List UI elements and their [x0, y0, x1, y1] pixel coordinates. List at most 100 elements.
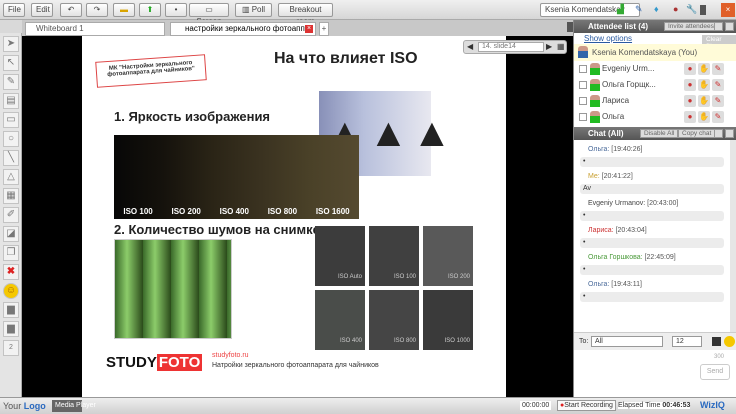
avatar: [590, 95, 600, 107]
message-header: Me: [20:41:22]: [580, 172, 724, 182]
folder-icon[interactable]: ▬: [113, 3, 135, 17]
select-move-icon[interactable]: ➤: [3, 36, 19, 52]
text-icon[interactable]: ▤: [3, 93, 19, 109]
tab-presentation[interactable]: настройки зеркального фотоаппа ×: [170, 22, 316, 36]
file-menu[interactable]: File: [3, 3, 25, 17]
text-color-picker[interactable]: [712, 337, 721, 346]
slide-select[interactable]: 14. slide14: [478, 42, 544, 52]
show-options-link[interactable]: Show options Clear filter: [574, 33, 736, 50]
pen-permission-icon[interactable]: ✎: [712, 111, 724, 123]
next-slide-icon[interactable]: ▶: [546, 42, 552, 51]
microphone-icon[interactable]: ♦: [654, 4, 659, 14]
media-player-button[interactable]: Media Player: [52, 400, 96, 412]
attendee-row[interactable]: Ольга Горщк... ● ✋ ✎: [574, 77, 736, 93]
send-button[interactable]: Send: [700, 364, 730, 380]
circle-icon[interactable]: ○: [3, 131, 19, 147]
stamp: МК "Настройки зеркального фотоаппарата д…: [95, 54, 207, 88]
hand-raise-icon[interactable]: ✋: [698, 111, 710, 123]
chat-controls: To: All 12: [574, 332, 736, 350]
pen-permission-icon[interactable]: ✎: [712, 95, 724, 107]
wrench-icon[interactable]: 🔧: [686, 4, 697, 15]
webcam-icon[interactable]: ●: [684, 79, 696, 91]
popout-icon[interactable]: [725, 129, 734, 138]
attendee-row[interactable]: Лариса ● ✋ ✎: [574, 93, 736, 109]
user-name-field: Ksenia Komendatskay: [540, 3, 640, 17]
attendee-row[interactable]: Evgeniy Urm... ● ✋ ✎: [574, 61, 736, 77]
site-link[interactable]: studyfoto.ru: [212, 352, 249, 359]
attendee-row[interactable]: Ольга ● ✋ ✎: [574, 109, 736, 125]
chat-messages[interactable]: Ольга: [19:40:26] • Me: [20:41:22] Av Evgeni…: [574, 140, 736, 332]
emoticon-icon[interactable]: ☺: [3, 283, 19, 299]
font-size-select[interactable]: 12: [672, 336, 702, 347]
redo-icon[interactable]: ↷: [86, 3, 108, 17]
delete-icon[interactable]: ✖: [3, 264, 19, 280]
pen-icon[interactable]: ✎: [3, 74, 19, 90]
rectangle-icon[interactable]: ▭: [3, 112, 19, 128]
undo-icon[interactable]: ↶: [60, 3, 82, 17]
invite-attendees-button[interactable]: Invite attendees: [664, 22, 718, 31]
sender-name: Ольга:: [588, 281, 610, 288]
sender-name: Me:: [588, 173, 600, 180]
avatar: [590, 63, 600, 75]
close-icon[interactable]: ×: [721, 3, 735, 17]
iso-label: ISO 800: [267, 207, 298, 216]
checkbox[interactable]: [579, 65, 587, 73]
grid-view-icon[interactable]: ▦: [557, 42, 565, 51]
checkbox[interactable]: [579, 113, 587, 121]
upload-icon[interactable]: ⬆: [139, 3, 161, 17]
avatar: [578, 46, 588, 58]
checkbox[interactable]: [579, 97, 587, 105]
copy-chat-button[interactable]: Copy chat: [678, 129, 716, 138]
sender-name: Лариса:: [588, 227, 614, 234]
pencil-icon[interactable]: ✎: [635, 4, 643, 15]
minimize-icon[interactable]: [714, 129, 723, 138]
settings-dropdown-icon[interactable]: [700, 5, 706, 15]
pen-permission-icon[interactable]: ✎: [712, 79, 724, 91]
hand-raise-icon[interactable]: ✋: [698, 63, 710, 75]
popout-icon[interactable]: [725, 22, 734, 31]
eraser-icon[interactable]: ◪: [3, 226, 19, 242]
minimize-icon[interactable]: [714, 22, 723, 31]
pointer-icon[interactable]: ↖: [3, 55, 19, 71]
line-color-icon[interactable]: ▆: [3, 321, 19, 337]
studyfoto-logo: STUDY FOTO: [106, 354, 203, 371]
webcam-icon[interactable]: ●: [684, 63, 696, 75]
pen-permission-icon[interactable]: ✎: [712, 63, 724, 75]
line-width-selector[interactable]: 2: [3, 340, 19, 356]
chat-message: Me: [20:41:22] Av: [580, 172, 724, 194]
sender-name: Ольга Горшкова:: [588, 254, 643, 261]
poll-button[interactable]: ▥ Poll: [235, 3, 272, 17]
line-icon[interactable]: ╲: [3, 150, 19, 166]
monitor-icon: ▭: [205, 5, 213, 14]
message-body: •: [580, 238, 724, 248]
start-recording-button[interactable]: ●Start Recording: [557, 400, 616, 411]
triangle-icon[interactable]: △: [3, 169, 19, 185]
webcam-icon[interactable]: ●: [684, 95, 696, 107]
chat-input[interactable]: 300 Send: [574, 350, 736, 395]
table-icon[interactable]: ▦: [3, 188, 19, 204]
recipient-select[interactable]: All: [591, 336, 663, 347]
timestamp: [19:40:26]: [611, 146, 643, 153]
edit-menu[interactable]: Edit: [31, 3, 53, 17]
hand-raise-icon[interactable]: ✋: [698, 95, 710, 107]
emoticon-icon[interactable]: [724, 336, 735, 347]
add-tab-button[interactable]: +: [319, 22, 329, 36]
webcam-icon[interactable]: ●: [673, 4, 678, 14]
disable-all-button[interactable]: Disable All: [640, 129, 679, 138]
screen-share-button[interactable]: ▭ Screen: [189, 3, 229, 26]
checkbox[interactable]: [579, 81, 587, 89]
close-tab-icon[interactable]: ×: [305, 25, 313, 33]
highlighter-icon[interactable]: ✐: [3, 207, 19, 223]
chart-icon: ▥: [241, 5, 252, 14]
record-icon[interactable]: •: [165, 3, 187, 17]
fill-color-icon[interactable]: ▆: [3, 302, 19, 318]
prev-slide-icon[interactable]: ◀: [467, 42, 473, 51]
clear-filter-button[interactable]: Clear filter: [702, 35, 736, 50]
timestamp: [20:41:22]: [601, 173, 633, 180]
copy-icon[interactable]: ❐: [3, 245, 19, 261]
hand-raise-icon[interactable]: ✋: [698, 79, 710, 91]
breakout-room-button[interactable]: Breakout room: [278, 3, 333, 26]
timestamp: [19:43:11]: [611, 281, 642, 288]
tab-whiteboard[interactable]: Whiteboard 1: [25, 22, 165, 36]
webcam-icon[interactable]: ●: [684, 111, 696, 123]
